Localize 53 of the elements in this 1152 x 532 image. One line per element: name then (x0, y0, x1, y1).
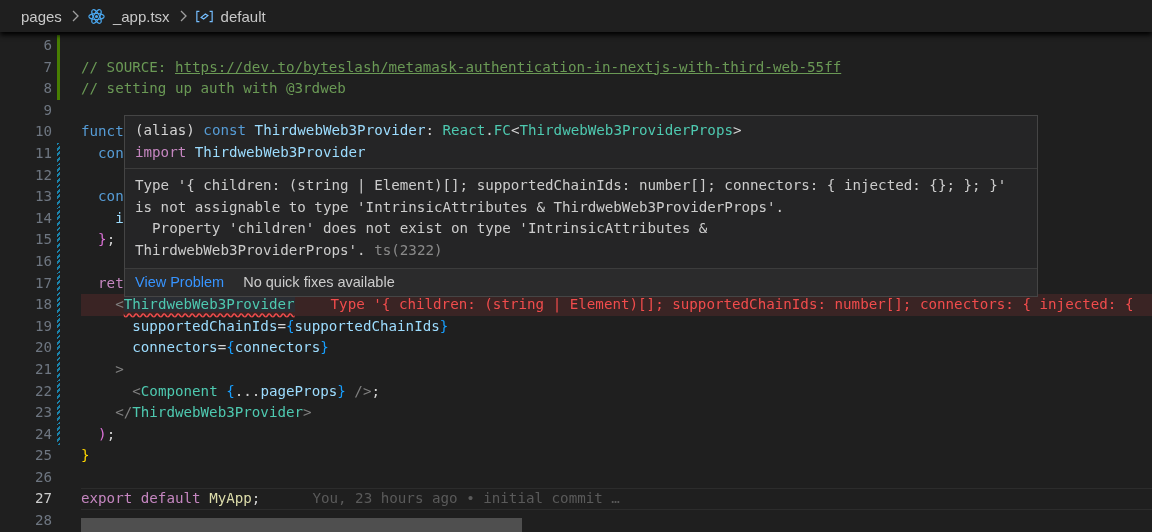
code-line: <Component {...pageProps} />; (131, 381, 380, 401)
line-number: 19 (33, 316, 52, 336)
atom-icon (87, 7, 105, 25)
scrollbar[interactable] (81, 518, 522, 532)
line-number: 20 (33, 338, 52, 358)
code-line: // setting up auth with @3rdweb (81, 79, 346, 99)
code-line: ); (97, 424, 116, 444)
quick-fix-note: No quick fixes available (243, 274, 395, 291)
line-number: 13 (33, 187, 52, 207)
code-line: }; (97, 230, 116, 250)
chevron-icon (178, 10, 187, 22)
line-number: 10 (33, 122, 52, 142)
code-line: funct (81, 122, 124, 142)
line-number: 11 (33, 143, 52, 163)
line-number: 27 (33, 489, 52, 509)
line-number: 6 (42, 36, 52, 55)
code-line: con (97, 187, 124, 207)
inline-error: Type '{ children: (string | Element)[]; supportedChainIds: number[]; connectors: { injected: { (330, 295, 1134, 315)
code-line: connectors={connectors} (131, 338, 329, 358)
breadcrumb-item[interactable]: _app.tsx (112, 7, 170, 25)
line-number: 24 (33, 424, 52, 444)
breadcrumb-item[interactable]: default (220, 7, 266, 25)
chevron-icon (70, 10, 79, 22)
line-number: 7 (42, 57, 52, 77)
code-line: export default MyApp; (81, 489, 261, 509)
line-number: 17 (33, 273, 52, 293)
code-line: con (97, 143, 124, 163)
code-line: ret (97, 273, 124, 293)
code-line: </ThirdwebWeb3Provider> (114, 403, 312, 423)
line-number: 25 (33, 446, 52, 466)
code-line: i (114, 208, 124, 228)
line-number: 14 (33, 208, 52, 228)
line-number: 23 (33, 403, 52, 423)
line-number: 15 (33, 230, 52, 250)
code-line: // SOURCE: https://dev.to/byteslash/metamask-authentication-in-nextjs-with-third-web-55ff (81, 57, 842, 77)
signature-line: import ThirdwebWeb3Provider (135, 142, 366, 162)
line-number: 16 (33, 251, 52, 271)
view-problem-link[interactable]: View Problem (135, 274, 225, 291)
line-number: 12 (33, 165, 52, 185)
code-line: > (114, 359, 124, 379)
line-number: 26 (33, 467, 52, 487)
line-number: 21 (33, 359, 52, 379)
breadcrumb-item[interactable]: pages (21, 7, 62, 25)
line-number: 22 (33, 381, 52, 401)
line-number: 28 (33, 511, 52, 531)
blame-annotation: You, 23 hours ago • initial commit … (312, 489, 620, 509)
line-number: 9 (42, 100, 52, 120)
signature-line: (alias) const ThirdwebWeb3Provider: React.FC<ThirdwebWeb3ProviderProps> (135, 121, 742, 140)
error-message: Type '{ children: (string | Element)[]; supportedChainIds: number[]; connectors: { injected: {}; }; }' is not assignable to type 'IntrinsicAttributes & ThirdwebWeb3ProviderProps'. Property 'children' does not exist on type 'IntrinsicAttributes & ThirdwebWeb3ProviderProps'. ts(2322) (135, 177, 1007, 258)
line-number: 18 (33, 295, 52, 315)
code-line: } (81, 446, 90, 466)
code-line: supportedChainIds={supportedChainIds} (131, 316, 449, 336)
line-number: 8 (42, 79, 52, 99)
